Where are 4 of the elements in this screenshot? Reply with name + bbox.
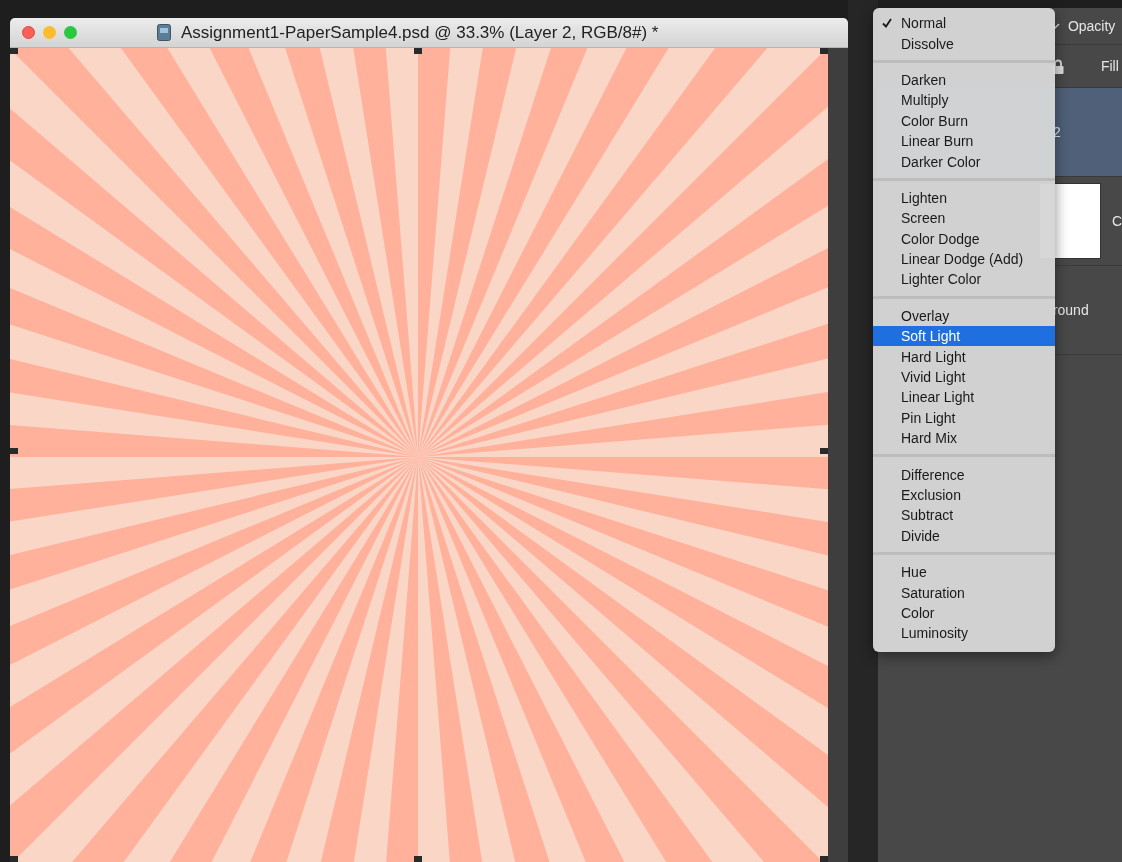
opacity-label: Opacity <box>1067 18 1116 34</box>
layer-name: C <box>1111 213 1122 229</box>
fill-label: Fill <box>1100 58 1119 74</box>
window-title: Assignment1-PaperSample4.psd @ 33.3% (Layer 2, RGB/8#) * <box>181 22 659 43</box>
